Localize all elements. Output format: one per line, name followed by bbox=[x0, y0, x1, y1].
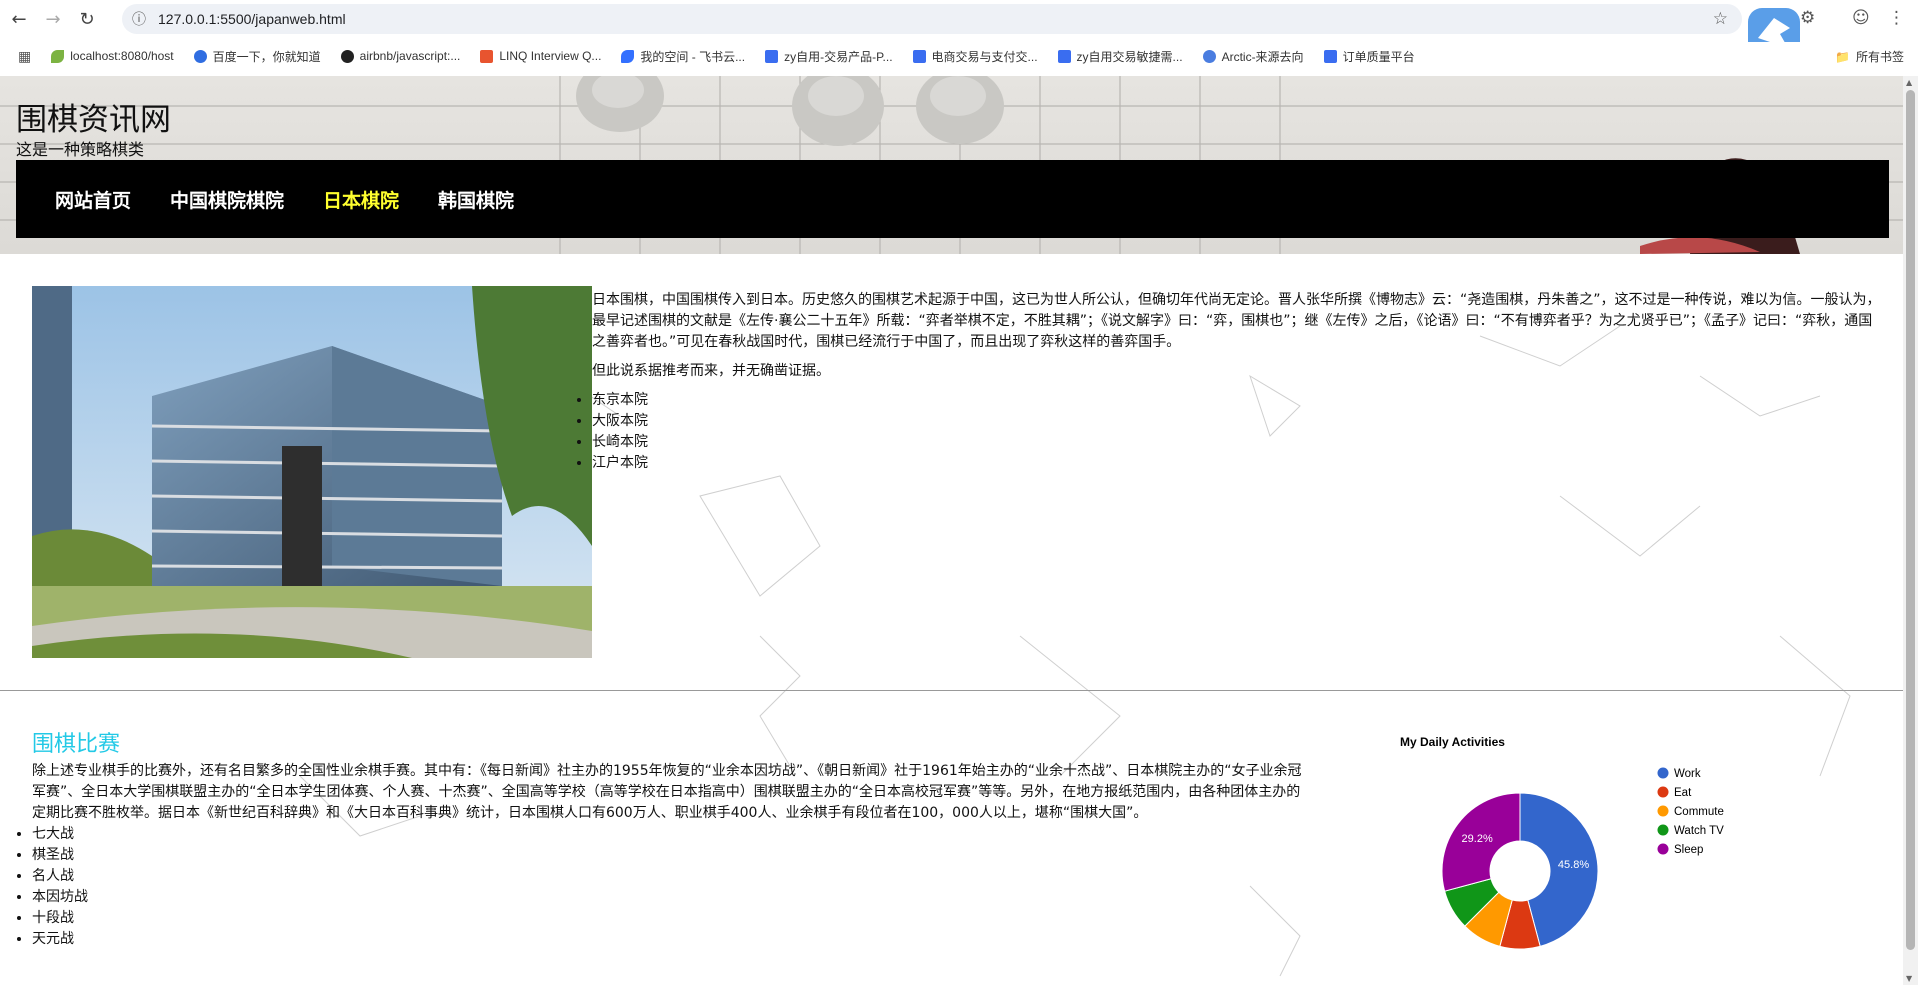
all-bookmarks[interactable]: 📁 所有书签 bbox=[1835, 48, 1904, 65]
section-title: 围棋比赛 bbox=[32, 732, 121, 757]
building-photo bbox=[32, 286, 592, 658]
bookmark-label: LINQ Interview Q... bbox=[499, 49, 602, 63]
main-nav: 网站首页 中国棋院棋院 日本棋院 韩国棋院 bbox=[16, 160, 1889, 238]
list-item: 十段战 bbox=[32, 908, 1312, 929]
nav-home[interactable]: 网站首页 bbox=[55, 186, 131, 213]
list-item: 江户本院 bbox=[592, 453, 1882, 474]
apps-icon[interactable]: ▦ bbox=[18, 48, 31, 65]
legend-swatch bbox=[1657, 767, 1669, 779]
legend-label: Work bbox=[1674, 768, 1701, 780]
extensions-icon[interactable]: ⚙ bbox=[1800, 8, 1815, 28]
tournament-list: 七大战 棋圣战 名人战 本因坊战 十段战 天元战 bbox=[32, 824, 1312, 950]
list-item: 名人战 bbox=[32, 866, 1312, 887]
folder-icon: 📁 bbox=[1835, 49, 1850, 64]
bookmark-label: 我的空间 - 飞书云... bbox=[640, 49, 746, 64]
bookmark-label: airbnb/javascript:... bbox=[359, 49, 461, 63]
section-paragraph: 除上述专业棋手的比赛外，还有名目繁多的全国性业余棋手赛。其中有：《每日新闻》社主… bbox=[32, 763, 1302, 821]
legend-swatch bbox=[1657, 824, 1669, 836]
forward-icon[interactable]: → bbox=[38, 4, 68, 34]
site-info-icon[interactable]: ⓘ bbox=[132, 9, 146, 29]
bookmark-label: zy自用-交易产品-P... bbox=[784, 49, 893, 64]
section-divider bbox=[0, 690, 1903, 691]
page-viewport: 围棋资讯网 这是一种策略棋类 网站首页 中国棋院棋院 日本棋院 韩国棋院 日本围… bbox=[0, 76, 1903, 985]
bookmark-favicon-icon bbox=[51, 49, 65, 63]
bookmark-label: 订单质量平台 bbox=[1342, 49, 1415, 64]
page-scrollbar[interactable]: ▲ ▼ bbox=[1903, 76, 1918, 985]
bookmark-item[interactable]: Arctic-来源去向 bbox=[1202, 48, 1304, 65]
bookmark-label: 电商交易与支付交... bbox=[931, 49, 1038, 64]
profile-icon[interactable]: ☺ bbox=[1852, 8, 1870, 28]
legend-label: Eat bbox=[1674, 787, 1692, 799]
list-item: 长崎本院 bbox=[592, 432, 1882, 453]
list-item: 七大战 bbox=[32, 824, 1312, 845]
bookmark-item[interactable]: LINQ Interview Q... bbox=[480, 49, 601, 63]
bookmarks-bar: ▦ localhost:8080/host 百度一下，你就知道 airbnb/j… bbox=[0, 42, 1918, 70]
address-bar[interactable]: ⓘ 127.0.0.1:5500/japanweb.html ☆ bbox=[122, 4, 1742, 34]
legend-swatch bbox=[1657, 843, 1669, 855]
bookmark-item[interactable]: 我的空间 - 飞书云... bbox=[621, 48, 745, 65]
site-title: 围棋资讯网 bbox=[16, 102, 171, 138]
bookmark-label: zy自用交易敏捷需... bbox=[1076, 49, 1183, 64]
reload-icon[interactable]: ↻ bbox=[72, 4, 102, 34]
legend-swatch bbox=[1657, 805, 1669, 817]
intro-paragraph: 日本围棋，中国围棋传入到日本。历史悠久的围棋艺术起源于中国，这已为世人所公认，但… bbox=[592, 292, 1881, 350]
bookmark-favicon-icon bbox=[480, 49, 494, 63]
doc-icon bbox=[1057, 49, 1071, 63]
academy-list: 东京本院 大阪本院 长崎本院 江户本院 bbox=[592, 390, 1882, 474]
bookmark-item[interactable]: airbnb/javascript:... bbox=[340, 49, 461, 63]
nav-korea-go-academy[interactable]: 韩国棋院 bbox=[438, 186, 514, 213]
browser-toolbar: ← → ↻ ⓘ 127.0.0.1:5500/japanweb.html ☆ ⚙… bbox=[0, 0, 1918, 60]
arctic-icon bbox=[1202, 49, 1216, 63]
list-item: 天元战 bbox=[32, 929, 1312, 950]
bookmark-favicon-icon bbox=[193, 49, 207, 63]
chart-title: My Daily Activities bbox=[1400, 735, 1505, 749]
daily-activities-pie-chart: My Daily Activities 45.8% 29.2% Work Eat Comm… bbox=[1400, 735, 1724, 950]
intro-note: 但此说系据推考而来，并无确凿证据。 bbox=[592, 363, 830, 379]
bookmark-label: 百度一下，你就知道 bbox=[212, 49, 321, 64]
pie-slice-label: 45.8% bbox=[1558, 859, 1589, 871]
scroll-down-icon[interactable]: ▼ bbox=[1906, 974, 1912, 983]
intro-text: 日本围棋，中国围棋传入到日本。历史悠久的围棋艺术起源于中国，这已为世人所公认，但… bbox=[592, 290, 1882, 474]
menu-icon[interactable]: ⋮ bbox=[1888, 8, 1905, 28]
back-icon[interactable]: ← bbox=[4, 4, 34, 34]
bookmark-item[interactable]: zy自用-交易产品-P... bbox=[765, 48, 893, 65]
list-item: 东京本院 bbox=[592, 390, 1882, 411]
list-item: 本因坊战 bbox=[32, 887, 1312, 908]
list-item: 大阪本院 bbox=[592, 411, 1882, 432]
legend-swatch bbox=[1657, 786, 1669, 798]
pie-slice-label: 29.2% bbox=[1462, 833, 1493, 845]
doc-icon bbox=[912, 49, 926, 63]
bookmark-star-icon[interactable]: ☆ bbox=[1713, 9, 1728, 29]
legend-label: Watch TV bbox=[1674, 825, 1724, 837]
scrollbar-thumb[interactable] bbox=[1906, 90, 1915, 950]
bookmark-label: localhost:8080/host bbox=[70, 49, 174, 63]
nav-china-go-academy[interactable]: 中国棋院棋院 bbox=[170, 186, 284, 213]
url-text: 127.0.0.1:5500/japanweb.html bbox=[158, 11, 346, 27]
feishu-icon bbox=[621, 49, 635, 63]
scroll-up-icon[interactable]: ▲ bbox=[1906, 78, 1912, 87]
github-icon bbox=[340, 49, 354, 63]
bar-chart-icon bbox=[1323, 49, 1337, 63]
legend-label: Commute bbox=[1674, 806, 1724, 818]
list-item: 棋圣战 bbox=[32, 845, 1312, 866]
site-header: 围棋资讯网 这是一种策略棋类 网站首页 中国棋院棋院 日本棋院 韩国棋院 bbox=[0, 76, 1903, 254]
section-body: 除上述专业棋手的比赛外，还有名目繁多的全国性业余棋手赛。其中有：《每日新闻》社主… bbox=[32, 761, 1312, 950]
all-bookmarks-label: 所有书签 bbox=[1855, 50, 1904, 64]
site-subtitle: 这是一种策略棋类 bbox=[16, 140, 145, 159]
bookmark-item[interactable]: 电商交易与支付交... bbox=[912, 48, 1038, 65]
bookmark-item[interactable]: 百度一下，你就知道 bbox=[193, 48, 321, 65]
bookmark-item[interactable]: 订单质量平台 bbox=[1323, 48, 1415, 65]
bookmark-item[interactable]: localhost:8080/host bbox=[51, 49, 174, 63]
legend-label: Sleep bbox=[1674, 844, 1703, 856]
bookmark-item[interactable]: zy自用交易敏捷需... bbox=[1057, 48, 1183, 65]
doc-icon bbox=[765, 49, 779, 63]
bookmark-label: Arctic-来源去向 bbox=[1221, 49, 1304, 64]
nav-japan-go-academy[interactable]: 日本棋院 bbox=[323, 186, 399, 213]
